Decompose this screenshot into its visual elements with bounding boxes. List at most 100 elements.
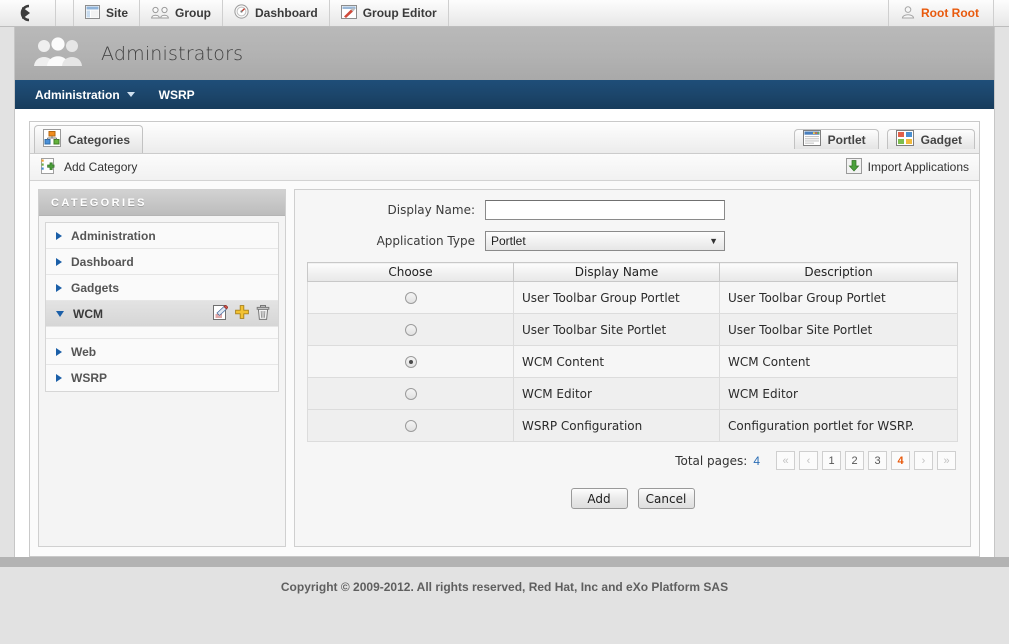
- row-display-name: WCM Content: [513, 345, 720, 378]
- display-name-row: Display Name:: [307, 200, 958, 220]
- nav-item-label: WSRP: [158, 87, 195, 102]
- category-row-wsrp[interactable]: WSRP: [46, 365, 278, 391]
- category-row-gadgets[interactable]: Gadgets: [46, 275, 278, 301]
- pagination-last-button[interactable]: »: [937, 451, 956, 470]
- view-mode-label: Portlet: [827, 132, 866, 147]
- row-radio-button[interactable]: [404, 388, 417, 400]
- row-display-name: WCM Editor: [513, 377, 720, 410]
- row-description: User Toolbar Group Portlet: [719, 281, 958, 314]
- pagination-page-3[interactable]: 3: [868, 451, 887, 470]
- table-row[interactable]: User Toolbar Group Portlet User Toolbar …: [307, 281, 958, 314]
- footer-divider: [0, 557, 1009, 567]
- add-category-icon: [40, 157, 58, 177]
- chevron-right-icon: [56, 374, 62, 382]
- row-display-name: User Toolbar Group Portlet: [513, 281, 720, 314]
- nav-item-wsrp[interactable]: WSRP: [147, 80, 207, 109]
- column-header-description: Description: [719, 262, 958, 282]
- toolbar-user-menu[interactable]: Root Root: [888, 0, 993, 26]
- toolbar-item-site[interactable]: Site: [74, 0, 141, 26]
- applications-table: Choose Display Name Description User Too…: [307, 262, 958, 442]
- category-row-administration[interactable]: Administration: [46, 223, 278, 249]
- view-mode-gadget[interactable]: Gadget: [886, 129, 975, 149]
- content-area: Categories Portlet Gadget Add Category I…: [15, 109, 994, 557]
- row-radio-button[interactable]: [404, 324, 417, 336]
- column-header-choose: Choose: [307, 262, 514, 282]
- add-category-button[interactable]: Add Category: [40, 157, 138, 177]
- import-applications-label: Import Applications: [867, 160, 969, 174]
- row-choose-cell: [307, 409, 514, 442]
- view-mode-group: Portlet Gadget: [793, 125, 975, 153]
- toolbar-item-group-editor[interactable]: Group Editor: [330, 0, 449, 26]
- delete-category-icon[interactable]: [256, 304, 270, 323]
- view-mode-label: Gadget: [920, 132, 962, 147]
- table-row[interactable]: WCM Editor WCM Editor: [307, 377, 958, 410]
- application-type-select[interactable]: Portlet ▼: [485, 231, 725, 251]
- application-form-panel: Display Name: Application Type Portlet ▼: [294, 189, 971, 547]
- portlet-header: Categories Portlet Gadget: [30, 122, 979, 154]
- category-row-web[interactable]: Web: [46, 339, 278, 365]
- tab-categories[interactable]: Categories: [34, 125, 144, 153]
- page-title: Administrators: [101, 42, 244, 65]
- import-down-arrow-icon: [845, 157, 862, 177]
- table-row[interactable]: WSRP Configuration Configuration portlet…: [307, 409, 958, 442]
- display-name-label: Display Name:: [387, 203, 476, 217]
- categories-portlet: Categories Portlet Gadget Add Category I…: [29, 121, 980, 557]
- table-row[interactable]: User Toolbar Site Portlet User Toolbar S…: [307, 313, 958, 346]
- toolbar-end-spacer: [993, 0, 1009, 26]
- row-choose-cell: [307, 377, 514, 410]
- exo-logo-glyph: [20, 4, 30, 22]
- row-description: Configuration portlet for WSRP.: [719, 409, 958, 442]
- toolbar-item-group[interactable]: Group: [140, 0, 224, 26]
- portlet-icon: [802, 130, 821, 149]
- group-editor-icon: [340, 4, 357, 22]
- pagination-first-button[interactable]: «: [776, 451, 795, 470]
- category-row-dashboard[interactable]: Dashboard: [46, 249, 278, 275]
- categories-panel-header: CATEGORIES: [39, 190, 285, 216]
- row-choose-cell: [307, 281, 514, 314]
- add-application-icon[interactable]: [235, 305, 249, 322]
- categories-list: Administration Dashboard Gadgets WCM Web…: [45, 222, 279, 392]
- nav-item-administration[interactable]: Administration: [23, 80, 147, 109]
- form-buttons: Add Cancel: [307, 488, 958, 509]
- chevron-right-icon: [56, 283, 62, 292]
- row-radio-button[interactable]: [404, 292, 417, 304]
- main-navbar: Administration WSRP: [15, 80, 994, 109]
- add-button[interactable]: Add: [570, 488, 628, 509]
- table-header-row: Choose Display Name Description: [307, 262, 958, 282]
- group-people-icon: [151, 5, 169, 22]
- dashboard-gauge-icon: [234, 4, 249, 22]
- pagination-prev-button[interactable]: ‹: [799, 451, 818, 470]
- view-mode-portlet[interactable]: Portlet: [793, 129, 879, 149]
- category-row-wcm[interactable]: WCM: [46, 301, 278, 327]
- nav-item-label: Administration: [35, 87, 120, 102]
- category-label: Administration: [71, 228, 156, 243]
- exo-logo-icon[interactable]: [0, 0, 56, 26]
- display-name-input[interactable]: [485, 200, 725, 220]
- page-footer: Copyright © 2009-2012. All rights reserv…: [0, 557, 1009, 644]
- table-row[interactable]: WCM Content WCM Content: [307, 345, 958, 378]
- row-radio-button[interactable]: [404, 356, 417, 368]
- user-avatar-icon: [901, 5, 915, 22]
- pagination-page-4[interactable]: 4: [891, 451, 910, 470]
- edit-category-icon[interactable]: [213, 304, 229, 323]
- row-description: WCM Content: [719, 345, 958, 378]
- toolbar-item-label: Group Editor: [362, 6, 437, 20]
- category-label: WSRP: [71, 371, 107, 385]
- pagination-next-button[interactable]: ›: [914, 451, 933, 470]
- pagination-page-1[interactable]: 1: [822, 451, 841, 470]
- toolbar-item-dashboard[interactable]: Dashboard: [223, 0, 330, 26]
- administrators-people-icon: [33, 35, 83, 72]
- row-choose-cell: [307, 345, 514, 378]
- import-applications-button[interactable]: Import Applications: [845, 157, 969, 177]
- pagination-page-2[interactable]: 2: [845, 451, 864, 470]
- page-container: Administrators Administration WSRP Categ…: [14, 27, 995, 557]
- cancel-button[interactable]: Cancel: [637, 488, 695, 509]
- pagination: Total pages: 4 « ‹ 1 2 3 4 › »: [307, 451, 958, 470]
- chevron-down-icon: [56, 310, 64, 317]
- category-label: Gadgets: [71, 280, 120, 295]
- row-radio-button[interactable]: [404, 420, 417, 432]
- row-description: WCM Editor: [719, 377, 958, 410]
- add-category-label: Add Category: [64, 160, 138, 174]
- row-display-name: User Toolbar Site Portlet: [513, 313, 720, 346]
- portlet-body: CATEGORIES Administration Dashboard Gadg…: [30, 181, 979, 555]
